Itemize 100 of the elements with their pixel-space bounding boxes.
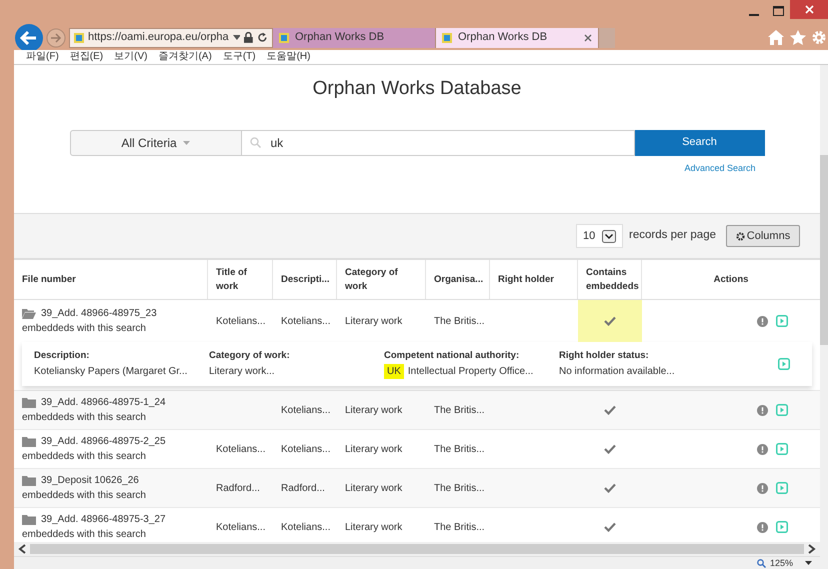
scroll-right-icon[interactable] — [808, 544, 816, 554]
search-icon — [250, 137, 260, 148]
site-icon — [442, 32, 452, 42]
file-number[interactable]: 39_Add. 48966-48975_23 — [41, 306, 157, 321]
embedded-note: embeddeds with this search — [22, 450, 147, 464]
play-icon[interactable] — [776, 315, 788, 327]
folder-icon[interactable] — [22, 475, 36, 486]
dropdown-icon[interactable] — [232, 35, 240, 40]
close-tab-icon[interactable] — [584, 34, 592, 42]
detail-value: Intellectual Property Office... — [408, 364, 534, 379]
table-cell-text: Literary work — [345, 482, 402, 496]
refresh-icon[interactable] — [257, 32, 268, 43]
settings-icon[interactable] — [812, 30, 826, 45]
open-folder-icon[interactable] — [22, 308, 36, 319]
dropdown-icon[interactable] — [805, 561, 812, 565]
file-number[interactable]: 39_Deposit 10626_26 — [41, 473, 139, 488]
file-number[interactable]: 39_Add. 48966-48975-1_24 — [41, 395, 166, 410]
maximize-icon[interactable] — [773, 6, 784, 16]
menu-item[interactable]: 즐겨찾기(A) — [158, 52, 212, 62]
column-header[interactable]: Actions — [714, 272, 748, 286]
column-header[interactable]: Contains embeddeds — [586, 266, 639, 294]
folder-icon[interactable] — [22, 436, 36, 447]
zoom-level[interactable]: 125% — [770, 558, 793, 568]
folder-icon[interactable] — [22, 397, 36, 408]
column-header[interactable]: Title of work — [216, 266, 264, 294]
folder-icon[interactable] — [22, 514, 36, 525]
table-cell-text: Radford... — [281, 482, 325, 496]
table-cell-text: Literary work — [345, 404, 402, 418]
play-icon[interactable] — [778, 358, 790, 370]
info-icon[interactable] — [757, 482, 768, 494]
table-cell-text: The Britis... — [434, 314, 485, 328]
detail-label: Competent national authority: — [384, 349, 520, 364]
back-icon[interactable] — [14, 22, 44, 52]
embedded-note: embeddeds with this search — [22, 489, 147, 503]
play-icon[interactable] — [776, 482, 788, 494]
play-icon[interactable] — [776, 443, 788, 455]
play-icon[interactable] — [776, 521, 788, 533]
dropdown-icon — [602, 230, 616, 242]
site-icon — [279, 32, 289, 42]
detail-label: Category of work: — [209, 349, 291, 364]
detail-value: No information available... — [559, 364, 675, 379]
search-value: uk — [270, 134, 284, 152]
detail-label: Description: — [34, 349, 90, 364]
vertical-scrollbar[interactable] — [820, 65, 828, 569]
menu-item[interactable]: 도움말(H) — [266, 52, 310, 62]
star-icon[interactable] — [790, 30, 806, 45]
info-icon[interactable] — [757, 316, 768, 326]
table-cell-text: The Britis... — [434, 482, 485, 496]
advanced-search-link[interactable]: Advanced Search — [684, 162, 756, 175]
criteria-dropdown[interactable]: All Criteria — [70, 130, 242, 156]
menu-item[interactable]: 보기(V) — [114, 52, 148, 62]
table-cell-text: The Britis... — [434, 442, 485, 456]
lock-icon — [244, 32, 254, 43]
detail-value: Literary work... — [209, 364, 275, 379]
table-cell-text: Radford... — [216, 482, 260, 496]
table-cell-text: Kotelians... — [281, 520, 330, 534]
columns-button[interactable]: Columns — [726, 225, 800, 247]
horizontal-scrollbar[interactable] — [14, 542, 820, 556]
file-number[interactable]: 39_Add. 48966-48975-3_27 — [41, 512, 166, 527]
table-cell-text: Kotelians... — [281, 314, 330, 328]
menu-item[interactable]: 도구(T) — [222, 52, 256, 62]
column-header[interactable]: Organisa... — [434, 272, 484, 286]
embedded-note: embeddeds with this search — [22, 528, 147, 542]
table-cell-text: Kotelians... — [216, 314, 266, 328]
url-text: https://oami.europa.eu/orpha — [88, 30, 229, 46]
detail-value: Koteliansky Papers (Margaret Gr... — [34, 364, 188, 379]
table-cell-text: Kotelians... — [216, 520, 266, 534]
close-icon — [804, 5, 814, 14]
zoom-icon — [756, 558, 766, 568]
browser-tab[interactable]: Orphan Works DB — [273, 28, 436, 48]
table-cell-text: The Britis... — [434, 404, 485, 418]
close-button[interactable] — [790, 0, 828, 19]
search-button[interactable]: Search — [634, 130, 764, 156]
play-icon[interactable] — [776, 404, 788, 416]
browser-tab[interactable]: Orphan Works DB — [436, 28, 599, 48]
info-icon[interactable] — [757, 444, 768, 454]
embedded-note: embeddeds with this search — [22, 322, 147, 336]
column-header[interactable]: Right holder — [498, 272, 554, 286]
records-per-page-label: records per page — [629, 228, 716, 244]
table-cell-text: Literary work — [345, 520, 402, 534]
highlighted-term: UK — [384, 364, 404, 379]
info-icon[interactable] — [757, 522, 768, 532]
forward-icon[interactable] — [46, 28, 66, 48]
page-size-select[interactable]: 10 — [576, 224, 624, 248]
page-title: Orphan Works Database — [312, 77, 522, 101]
detail-label: Right holder status: — [559, 349, 650, 364]
menu-item[interactable]: 파일(F) — [26, 52, 59, 62]
address-bar[interactable]: https://oami.europa.eu/orpha — [69, 28, 273, 48]
column-header[interactable]: File number — [22, 272, 76, 286]
info-icon[interactable] — [757, 404, 768, 416]
column-header[interactable]: Descripti... — [281, 272, 330, 286]
table-cell-text: Kotelians... — [281, 404, 330, 418]
home-icon[interactable] — [768, 30, 784, 45]
file-number[interactable]: 39_Add. 48966-48975-2_25 — [41, 434, 166, 449]
site-icon — [74, 32, 84, 42]
table-cell-text: Kotelians... — [216, 442, 266, 456]
menu-item[interactable]: 편집(E) — [70, 52, 104, 62]
scroll-left-icon[interactable] — [18, 544, 26, 554]
column-header[interactable]: Category of work — [345, 266, 417, 294]
search-field[interactable]: uk — [242, 130, 634, 156]
